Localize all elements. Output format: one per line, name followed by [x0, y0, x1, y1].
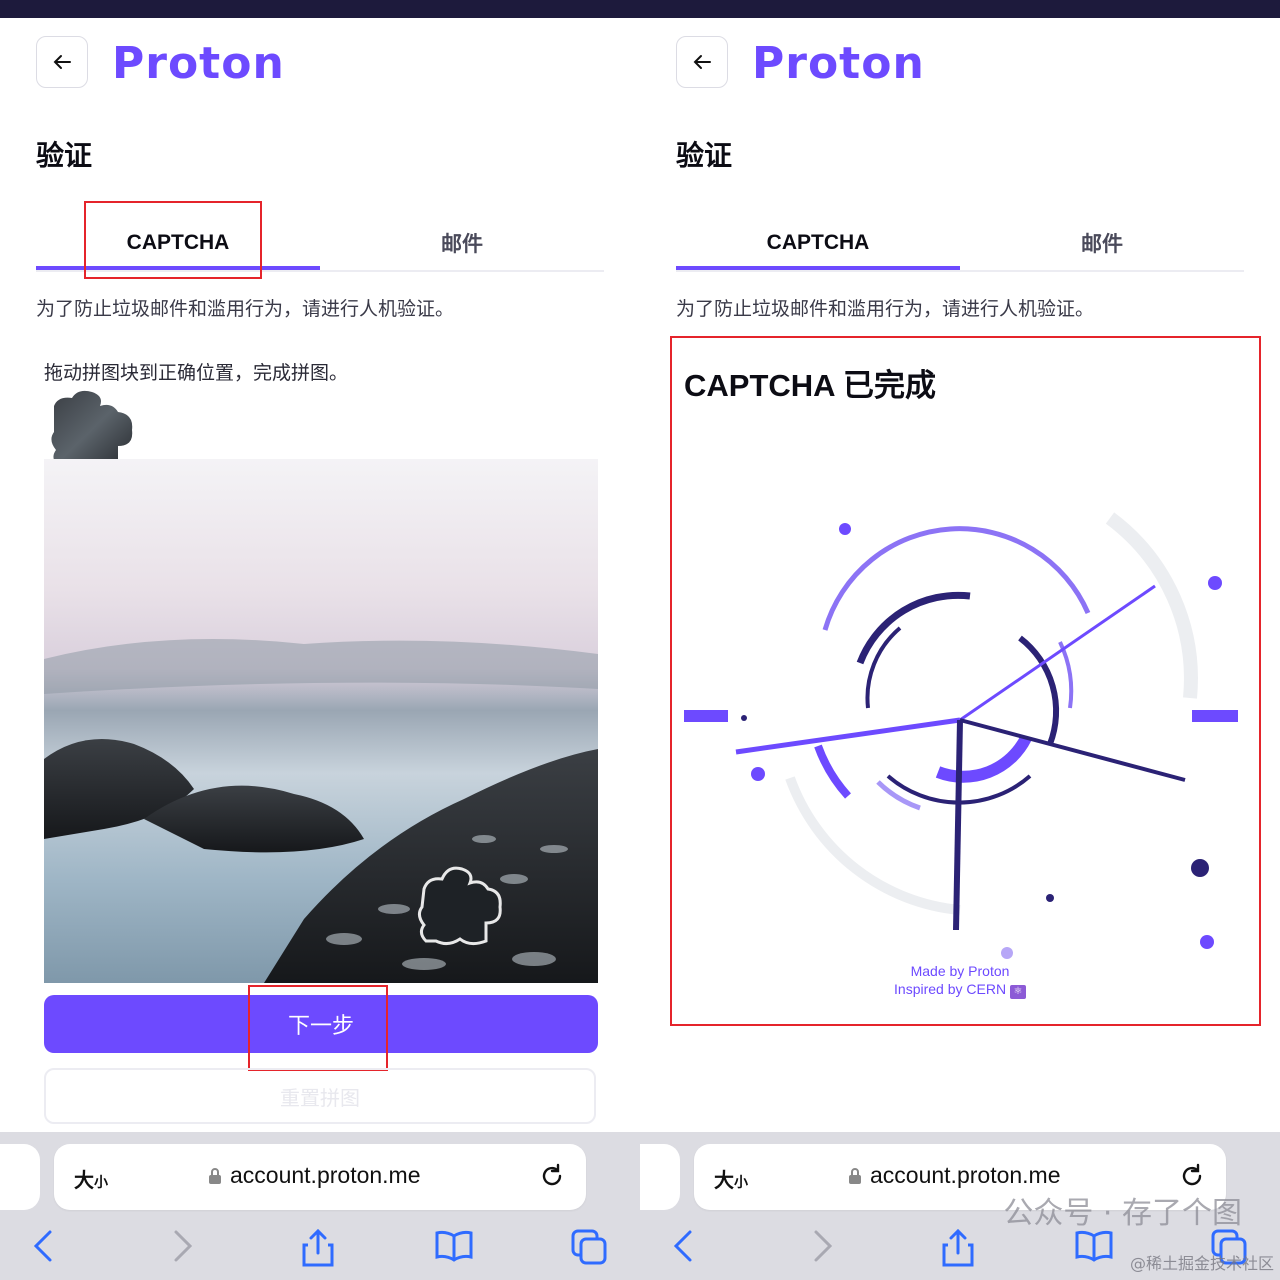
puzzle-background-image [44, 459, 598, 983]
arrow-left-icon [53, 55, 71, 69]
decorative-dot [1001, 947, 1013, 959]
text-size-button[interactable]: 大小 [714, 1164, 748, 1193]
lock-icon [849, 1167, 861, 1184]
left-screen: Proton 验证 CAPTCHA 邮件 为了防止垃圾邮件和滥用行为，请进行人机… [0, 18, 640, 1280]
back-icon[interactable] [670, 1228, 698, 1264]
inspired-by-text: Inspired by CERN [894, 981, 1007, 997]
made-by-proton-credit: Made by Proton Inspired by CERN ⚛ [840, 962, 1080, 999]
previous-tab-edge [0, 1144, 40, 1210]
right-screen: Proton 验证 CAPTCHA 邮件 为了防止垃圾邮件和滥用行为，请进行人机… [640, 18, 1280, 1280]
reload-icon[interactable] [1178, 1162, 1206, 1190]
watermark-text: 公众号 · 存了个图 [1003, 1196, 1242, 1231]
address-bar[interactable]: 大小 account.proton.me [54, 1144, 586, 1210]
proton-logo: Proton [752, 38, 925, 89]
arrow-left-icon [693, 55, 711, 69]
tab-email[interactable]: 邮件 [320, 218, 604, 268]
share-icon[interactable] [940, 1228, 976, 1268]
verification-description: 为了防止垃圾邮件和滥用行为，请进行人机验证。 [36, 298, 455, 320]
tabs-icon[interactable] [570, 1228, 608, 1266]
browser-toolbar: 大小 account.proton.me [0, 1132, 640, 1280]
captcha-complete-illustration [684, 512, 1238, 949]
watermark-subtext: @稀土掘金技术社区 [1129, 1254, 1274, 1273]
captcha-complete-title: CAPTCHA 已完成 [684, 368, 937, 403]
verification-description: 为了防止垃圾邮件和滥用行为，请进行人机验证。 [676, 298, 1095, 320]
reset-puzzle-button[interactable]: 重置拼图 [44, 1068, 596, 1124]
url-text: account.proton.me [230, 1162, 421, 1188]
atom-icon: ⚛ [1009, 985, 1026, 999]
back-button[interactable] [676, 36, 728, 88]
url-text: account.proton.me [870, 1162, 1061, 1188]
puzzle-hint: 拖动拼图块到正确位置，完成拼图。 [44, 362, 349, 384]
verification-tabs: CAPTCHA 邮件 [676, 218, 1244, 272]
reload-icon[interactable] [538, 1162, 566, 1190]
back-button[interactable] [36, 36, 88, 88]
inspired-by-line: Inspired by CERN ⚛ [840, 980, 1080, 999]
highlight-box-next-button [248, 985, 388, 1071]
top-status-bar [0, 0, 1280, 18]
forward-icon[interactable] [808, 1228, 836, 1264]
tab-captcha[interactable]: CAPTCHA [676, 218, 960, 268]
bookmarks-icon[interactable] [1074, 1228, 1114, 1264]
tab-email[interactable]: 邮件 [960, 218, 1244, 268]
text-size-button[interactable]: 大小 [74, 1164, 108, 1193]
page-title: 验证 [36, 139, 93, 172]
previous-tab-edge [640, 1144, 680, 1210]
highlight-box-captcha-tab [84, 201, 262, 279]
page-title: 验证 [676, 139, 733, 172]
share-icon[interactable] [300, 1228, 336, 1268]
active-tab-indicator [676, 266, 960, 270]
forward-icon[interactable] [168, 1228, 196, 1264]
proton-logo: Proton [112, 38, 285, 89]
made-by-text: Made by Proton [910, 963, 1010, 979]
lock-icon [209, 1167, 221, 1184]
back-icon[interactable] [30, 1228, 58, 1264]
bookmarks-icon[interactable] [434, 1228, 474, 1264]
